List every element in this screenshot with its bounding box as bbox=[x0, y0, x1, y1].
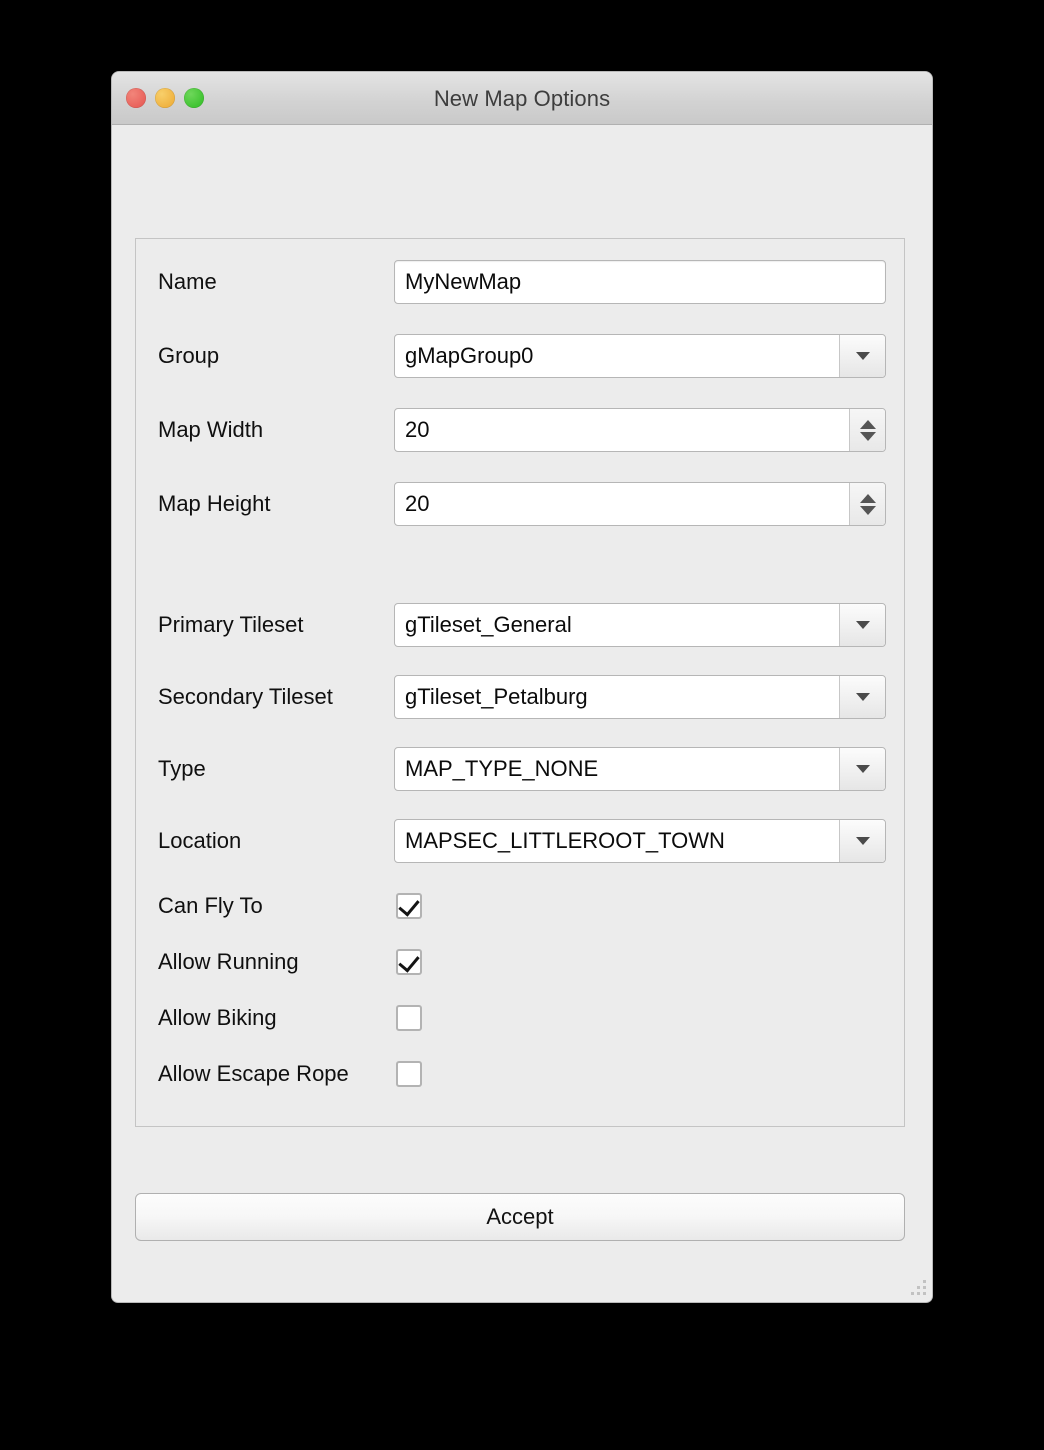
secondary-tileset-value: gTileset_Petalburg bbox=[395, 684, 839, 710]
name-input[interactable]: MyNewMap bbox=[394, 260, 886, 304]
row-allow-escape-rope: Allow Escape Rope bbox=[136, 1052, 904, 1096]
allow-running-label: Allow Running bbox=[158, 949, 299, 975]
map-height-value[interactable]: 20 bbox=[395, 491, 849, 517]
can-fly-to-checkbox[interactable] bbox=[396, 893, 422, 919]
chevron-down-glyph bbox=[856, 621, 870, 629]
allow-biking-label: Allow Biking bbox=[158, 1005, 277, 1031]
window-titlebar[interactable]: New Map Options bbox=[112, 72, 932, 125]
location-combobox[interactable]: MAPSEC_LITTLEROOT_TOWN bbox=[394, 819, 886, 863]
type-combobox[interactable]: MAP_TYPE_NONE bbox=[394, 747, 886, 791]
allow-escape-rope-checkbox[interactable] bbox=[396, 1061, 422, 1087]
allow-running-checkbox[interactable] bbox=[396, 949, 422, 975]
triangle-up-icon[interactable] bbox=[860, 494, 876, 503]
row-map-height: Map Height 20 bbox=[136, 482, 904, 526]
row-type: Type MAP_TYPE_NONE bbox=[136, 747, 904, 791]
chevron-down-glyph bbox=[856, 693, 870, 701]
row-allow-running: Allow Running bbox=[136, 940, 904, 984]
chevron-down-icon[interactable] bbox=[839, 820, 885, 862]
group-combobox[interactable]: gMapGroup0 bbox=[394, 334, 886, 378]
allow-escape-rope-label: Allow Escape Rope bbox=[158, 1061, 349, 1087]
dialog-content: Name MyNewMap Group gMapGroup0 Map Width… bbox=[112, 125, 932, 1301]
row-map-width: Map Width 20 bbox=[136, 408, 904, 452]
primary-tileset-label: Primary Tileset bbox=[158, 612, 303, 638]
map-height-label: Map Height bbox=[158, 491, 271, 517]
chevron-down-icon[interactable] bbox=[839, 748, 885, 790]
resize-grip-icon[interactable] bbox=[911, 1280, 927, 1296]
map-width-stepper[interactable]: 20 bbox=[394, 408, 886, 452]
chevron-down-glyph bbox=[856, 765, 870, 773]
triangle-down-icon[interactable] bbox=[860, 432, 876, 441]
location-value: MAPSEC_LITTLEROOT_TOWN bbox=[395, 828, 839, 854]
group-label: Group bbox=[158, 343, 219, 369]
row-primary-tileset: Primary Tileset gTileset_General bbox=[136, 603, 904, 647]
chevron-down-glyph bbox=[856, 837, 870, 845]
can-fly-to-label: Can Fly To bbox=[158, 893, 263, 919]
location-label: Location bbox=[158, 828, 241, 854]
type-value: MAP_TYPE_NONE bbox=[395, 756, 839, 782]
row-secondary-tileset: Secondary Tileset gTileset_Petalburg bbox=[136, 675, 904, 719]
map-width-label: Map Width bbox=[158, 417, 263, 443]
map-height-stepper-buttons bbox=[849, 483, 885, 525]
map-width-stepper-buttons bbox=[849, 409, 885, 451]
window-title: New Map Options bbox=[112, 72, 932, 125]
map-height-stepper[interactable]: 20 bbox=[394, 482, 886, 526]
row-allow-biking: Allow Biking bbox=[136, 996, 904, 1040]
allow-biking-checkbox[interactable] bbox=[396, 1005, 422, 1031]
row-group: Group gMapGroup0 bbox=[136, 334, 904, 378]
primary-tileset-combobox[interactable]: gTileset_General bbox=[394, 603, 886, 647]
map-options-groupbox: Name MyNewMap Group gMapGroup0 Map Width… bbox=[135, 238, 905, 1127]
triangle-up-icon[interactable] bbox=[860, 420, 876, 429]
chevron-down-icon[interactable] bbox=[839, 604, 885, 646]
row-can-fly-to: Can Fly To bbox=[136, 884, 904, 928]
primary-tileset-value: gTileset_General bbox=[395, 612, 839, 638]
name-label: Name bbox=[158, 269, 217, 295]
secondary-tileset-combobox[interactable]: gTileset_Petalburg bbox=[394, 675, 886, 719]
map-width-value[interactable]: 20 bbox=[395, 417, 849, 443]
group-value: gMapGroup0 bbox=[395, 343, 839, 369]
chevron-down-icon[interactable] bbox=[839, 335, 885, 377]
row-name: Name MyNewMap bbox=[136, 260, 904, 304]
row-location: Location MAPSEC_LITTLEROOT_TOWN bbox=[136, 819, 904, 863]
accept-button[interactable]: Accept bbox=[135, 1193, 905, 1241]
chevron-down-glyph bbox=[856, 352, 870, 360]
chevron-down-icon[interactable] bbox=[839, 676, 885, 718]
secondary-tileset-label: Secondary Tileset bbox=[158, 684, 333, 710]
triangle-down-icon[interactable] bbox=[860, 506, 876, 515]
type-label: Type bbox=[158, 756, 206, 782]
new-map-options-window: New Map Options Name MyNewMap Group gMap… bbox=[112, 72, 932, 1302]
